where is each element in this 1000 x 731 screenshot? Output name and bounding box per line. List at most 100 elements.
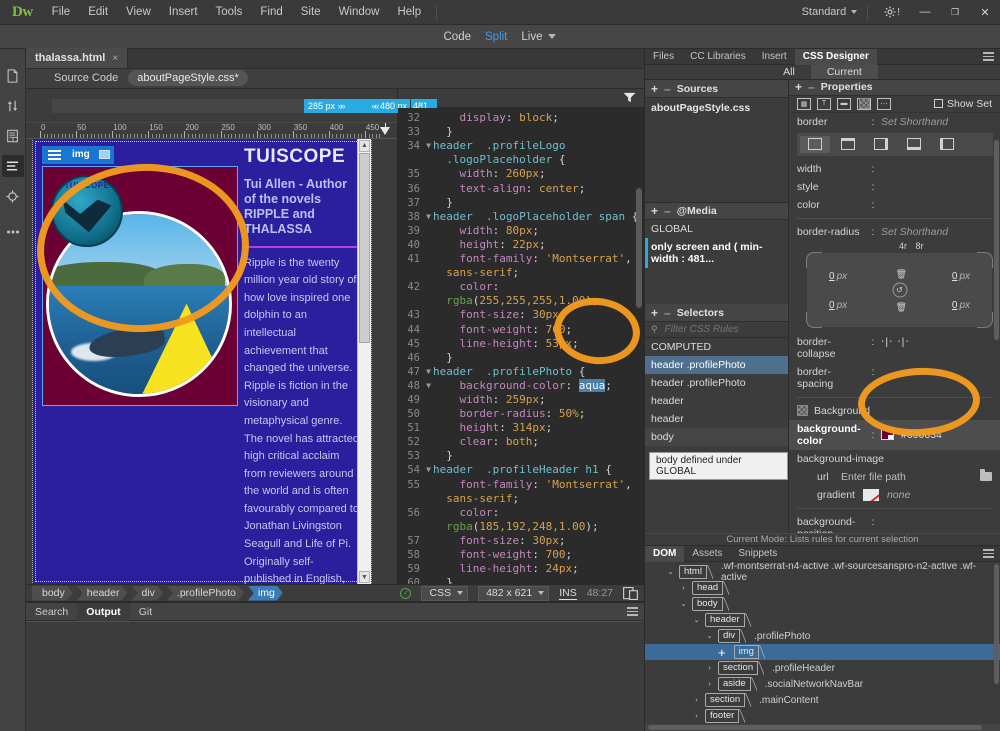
insert-mode-label[interactable]: INS	[559, 587, 577, 600]
show-set-toggle[interactable]: Show Set	[934, 98, 992, 110]
code-fold-arrow[interactable]	[424, 308, 433, 322]
border-all-icon[interactable]	[800, 135, 830, 153]
radius-tab-8r[interactable]: 8r	[916, 241, 924, 251]
dom-tree-node[interactable]: + img	[645, 644, 1000, 660]
prop-background-position[interactable]: background-position :	[789, 513, 1000, 533]
dom-tag-body[interactable]: body	[692, 597, 723, 611]
code-fold-arrow[interactable]: ▼	[424, 365, 433, 379]
dom-tag-header[interactable]: header	[705, 613, 745, 627]
menu-file[interactable]: File	[43, 0, 80, 25]
selector-filter-row[interactable]: ⚲	[645, 322, 788, 338]
code-line[interactable]: rgba(185,192,248,1.00);	[398, 520, 644, 534]
panel-menu-icon[interactable]	[983, 50, 994, 63]
code-line[interactable]: 38 ▼ header .logoPlaceholder span {	[398, 210, 644, 224]
view-split[interactable]: Split	[485, 31, 507, 43]
workspace-switcher[interactable]: Standard	[798, 6, 862, 18]
hamburger-icon[interactable]	[42, 145, 66, 164]
background-gradient-row[interactable]: gradient none	[789, 486, 1000, 504]
border-right-icon[interactable]	[866, 136, 896, 153]
code-line[interactable]: 37 }	[398, 196, 644, 210]
chevron-down-icon[interactable]: ⌄	[692, 616, 701, 624]
selector-header-2[interactable]: header	[645, 410, 788, 428]
panel-menu-icon[interactable]	[627, 605, 638, 618]
code-line[interactable]: 51 height: 314px;	[398, 421, 644, 435]
code-fold-arrow[interactable]	[424, 492, 433, 506]
validation-ok-icon[interactable]: ✓	[400, 587, 412, 599]
border-radius-widget[interactable]: 0 px 0 px 0 px 0 px 🗑 🗑 ↺	[806, 251, 993, 328]
code-fold-arrow[interactable]	[424, 266, 433, 280]
code-line[interactable]: 48 ▼ background-color: aqua;	[398, 378, 644, 393]
dom-horizontal-scrollbar[interactable]	[645, 724, 1000, 731]
file-manage-icon[interactable]	[2, 65, 24, 87]
tab-assets[interactable]: Assets	[684, 546, 730, 562]
radius-value-bl[interactable]: 0 px	[829, 300, 847, 311]
chevron-down-icon[interactable]	[548, 34, 557, 39]
chevron-right-icon[interactable]: ›	[692, 697, 701, 704]
dom-tag-aside[interactable]: aside	[718, 677, 751, 691]
menu-tools[interactable]: Tools	[207, 0, 252, 25]
menu-help[interactable]: Help	[388, 0, 430, 25]
border-collapse-options[interactable]: ‧|‧ ‧|‧	[881, 336, 992, 348]
code-fold-arrow[interactable]: ▼	[424, 379, 433, 393]
layout-icon[interactable]: ▦	[797, 97, 811, 110]
chevron-right-icon[interactable]: ›	[705, 681, 714, 688]
dom-tree-node[interactable]: › footer	[645, 708, 1000, 724]
code-fold-arrow[interactable]	[424, 125, 433, 139]
remove-source-icon[interactable]: –	[664, 83, 671, 95]
code-fold-arrow[interactable]	[424, 323, 433, 337]
scroll-down-icon[interactable]: ▼	[359, 571, 370, 584]
sync-icon[interactable]	[2, 95, 24, 117]
code-fold-arrow[interactable]	[424, 238, 433, 252]
remove-selector-icon[interactable]: –	[664, 307, 671, 319]
dom-tag-head[interactable]: head	[692, 581, 724, 595]
code-scrollbar-thumb[interactable]	[636, 188, 642, 309]
chevron-down-icon[interactable]: ⌄	[679, 600, 688, 608]
dom-tag-img[interactable]: img	[733, 645, 759, 659]
code-line[interactable]: 52 clear: both;	[398, 435, 644, 449]
window-size-select[interactable]: 482 x 621	[478, 585, 550, 601]
code-fold-arrow[interactable]	[424, 393, 433, 407]
code-line[interactable]: rgba(255,255,255,1.00);	[398, 294, 644, 308]
selector-computed[interactable]: COMPUTED	[645, 338, 788, 356]
media-query-285[interactable]: 285 px »» «« 480 px	[304, 98, 410, 113]
breadcrumb-div[interactable]: div	[131, 586, 162, 601]
menu-view[interactable]: View	[117, 0, 160, 25]
properties-scrollbar-thumb[interactable]	[994, 140, 999, 340]
code-fold-arrow[interactable]: ▼	[424, 139, 433, 153]
source-item-aboutpagestyle[interactable]: aboutPageStyle.css	[645, 98, 788, 118]
menu-insert[interactable]: Insert	[160, 0, 207, 25]
more-icon[interactable]	[2, 221, 24, 243]
code-fold-arrow[interactable]	[424, 520, 433, 534]
element-hud-toolbar[interactable]: img	[42, 145, 114, 164]
code-line[interactable]: sans-serif;	[398, 492, 644, 506]
code-line[interactable]: 43 font-size: 30px;	[398, 308, 644, 322]
maximize-button[interactable]: ❐	[940, 0, 970, 25]
border-icon[interactable]: ▬	[837, 97, 851, 110]
target-icon[interactable]	[2, 185, 24, 207]
code-fold-arrow[interactable]	[424, 280, 433, 294]
prop-value[interactable]: Set Shorthand	[881, 116, 992, 128]
radius-value-tr[interactable]: 0 px	[952, 271, 970, 282]
chevron-right-icon[interactable]: ›	[705, 665, 714, 672]
background-color-swatch[interactable]	[881, 429, 894, 441]
background-url-row[interactable]: url Enter file path	[789, 468, 1000, 486]
code-line[interactable]: 53 }	[398, 449, 644, 463]
selector-header-profilephoto-2[interactable]: header .profilePhoto	[645, 374, 788, 392]
filter-icon[interactable]	[623, 92, 636, 103]
breadcrumb-profilephoto[interactable]: .profilePhoto	[167, 586, 244, 601]
border-side-selector[interactable]	[797, 132, 993, 156]
tab-output[interactable]: Output	[77, 602, 130, 621]
browse-folder-icon[interactable]	[980, 469, 992, 482]
view-code[interactable]: Code	[444, 31, 472, 43]
prop-border-spacing[interactable]: border-spacing :	[789, 363, 1000, 393]
link-radius-icon[interactable]: ↺	[892, 282, 907, 298]
dom-tree-node[interactable]: ⌄ body	[645, 596, 1000, 612]
dom-tree-node[interactable]: › section .mainContent	[645, 692, 1000, 708]
code-line[interactable]: 56 color:	[398, 506, 644, 520]
code-line[interactable]: 33 }	[398, 125, 644, 139]
dom-tag-footer[interactable]: footer	[705, 709, 740, 723]
radius-unit-tabs[interactable]: 4r 8r	[899, 241, 1000, 251]
dom-tag-html[interactable]: html	[679, 565, 707, 579]
dom-tree-node[interactable]: ⌄ html .wf-montserrat-n4-active .wf-source…	[645, 562, 1000, 583]
live-preview-page[interactable]: img TUISCOPE TUISCOPE Tui Allen - Author…	[32, 138, 372, 585]
